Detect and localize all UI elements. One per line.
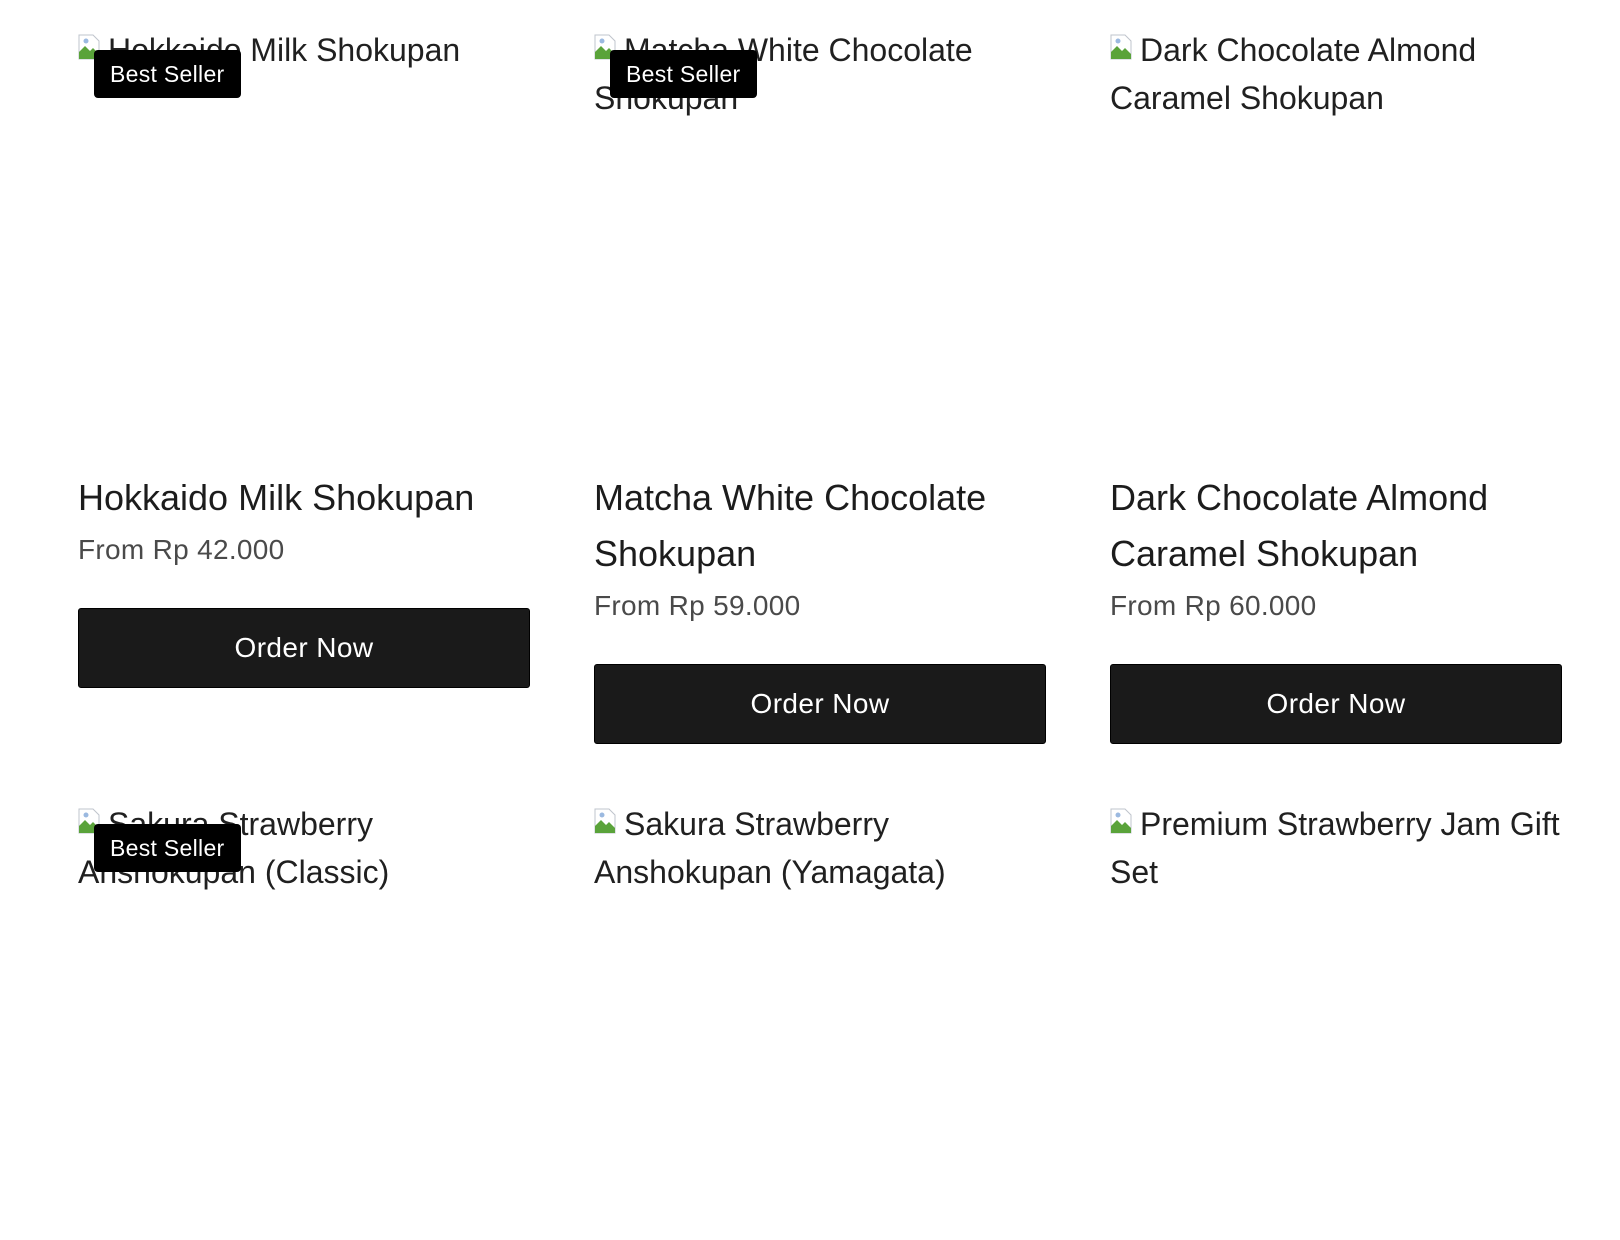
order-now-button[interactable]: Order Now xyxy=(78,608,530,688)
broken-image-icon xyxy=(594,808,624,840)
product-card: Premium Strawberry Jam Gift Set xyxy=(1110,808,1562,1240)
broken-image-icon xyxy=(1110,808,1140,840)
product-grid: Hokkaido Milk Shokupan Best Seller Hokka… xyxy=(78,34,1562,1240)
product-price: From Rp 59.000 xyxy=(594,590,801,621)
product-image-link[interactable]: Hokkaido Milk Shokupan Best Seller xyxy=(78,34,530,466)
product-price: From Rp 42.000 xyxy=(78,534,285,565)
product-title[interactable]: Hokkaido Milk Shokupan xyxy=(78,470,530,526)
product-card: Matcha White Chocolate Shokupan Best Sel… xyxy=(594,34,1046,744)
product-image-link[interactable]: Dark Chocolate Almond Caramel Shokupan xyxy=(1110,34,1562,466)
best-seller-badge: Best Seller xyxy=(94,824,241,872)
product-image-link[interactable]: Sakura Strawberry Anshokupan (Classic) B… xyxy=(78,808,530,1240)
product-image-link[interactable]: Matcha White Chocolate Shokupan Best Sel… xyxy=(594,34,1046,466)
product-image-alt: Dark Chocolate Almond Caramel Shokupan xyxy=(1110,34,1477,116)
product-card: Sakura Strawberry Anshokupan (Classic) B… xyxy=(78,808,530,1240)
product-card: Hokkaido Milk Shokupan Best Seller Hokka… xyxy=(78,34,530,744)
product-image-alt: Sakura Strawberry Anshokupan (Yamagata) xyxy=(594,808,946,890)
best-seller-badge: Best Seller xyxy=(610,50,757,98)
product-card: Sakura Strawberry Anshokupan (Yamagata) xyxy=(594,808,1046,1240)
product-price: From Rp 60.000 xyxy=(1110,590,1317,621)
product-image-broken: Premium Strawberry Jam Gift Set xyxy=(1110,808,1562,896)
product-card: Dark Chocolate Almond Caramel Shokupan D… xyxy=(1110,34,1562,744)
product-title[interactable]: Dark Chocolate Almond Caramel Shokupan xyxy=(1110,470,1562,582)
product-title[interactable]: Matcha White Chocolate Shokupan xyxy=(594,470,1046,582)
order-now-button[interactable]: Order Now xyxy=(1110,664,1562,744)
product-image-broken: Dark Chocolate Almond Caramel Shokupan xyxy=(1110,34,1562,122)
best-seller-badge: Best Seller xyxy=(94,50,241,98)
order-now-button[interactable]: Order Now xyxy=(594,664,1046,744)
product-image-broken: Sakura Strawberry Anshokupan (Yamagata) xyxy=(594,808,1046,896)
product-image-alt: Premium Strawberry Jam Gift Set xyxy=(1110,808,1560,890)
broken-image-icon xyxy=(1110,34,1140,66)
product-image-link[interactable]: Sakura Strawberry Anshokupan (Yamagata) xyxy=(594,808,1046,1240)
product-image-link[interactable]: Premium Strawberry Jam Gift Set xyxy=(1110,808,1562,1240)
